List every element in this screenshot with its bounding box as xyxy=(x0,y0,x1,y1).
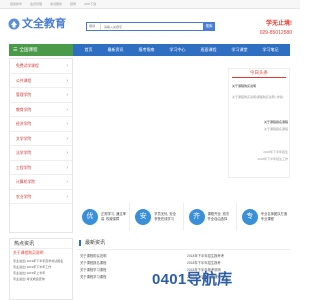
chevron-right-icon: › xyxy=(66,121,68,127)
sidebar-item-label: 教育学院 xyxy=(16,107,32,112)
feature-card[interactable]: 优 正规学习, 通过率 高, 权威保障 xyxy=(77,203,131,231)
sidebar-item-label: 管理学院 xyxy=(16,93,32,97)
sidebar-item-label: 法学学院 xyxy=(16,151,32,155)
banner-area xyxy=(77,58,224,203)
nav-item[interactable]: 首页 xyxy=(85,47,93,53)
sidebar-item-label: 文学学院 xyxy=(16,136,32,141)
today-news-sub: 2018年下半年招生工作 xyxy=(257,157,288,161)
chevron-right-icon: › xyxy=(66,135,68,142)
today-news-item[interactable]: 2018年下半年招生 xyxy=(232,150,290,154)
hot-news-item[interactable]: 专业进出| 考试成绩查询 xyxy=(10,276,72,282)
course-category-sidebar: 免费试学课程 › 公共课程 › 管理学院 › 教育学院 › 经济学院 › 文学学院 › 法学… xyxy=(9,58,73,233)
sidebar-item-label: 农业学院 xyxy=(16,194,32,199)
logo-mark-icon xyxy=(8,18,20,30)
today-news-sub: 关于课程购买说明|课程购买说明 [详情] xyxy=(232,95,284,99)
chevron-right-icon: › xyxy=(66,179,68,185)
today-news-title: 今日头条 xyxy=(250,70,268,75)
nav-item[interactable]: 学习课堂 xyxy=(232,47,248,53)
main-nav: ☰ 全国课程 首页 最新资讯 报考指南 学习中心 班面课程 学习课堂 学习笔记 xyxy=(9,44,290,56)
top-link[interactable]: 招聘 xyxy=(70,2,76,6)
latest-news-item[interactable]: 关于课程购买说明 xyxy=(80,253,180,260)
contact-title: 学无止境! xyxy=(266,21,292,27)
sidebar-item[interactable]: 管理学院 › xyxy=(10,88,72,103)
page-root: 招简新华 会员管理 考试服务 招聘 APP下载 文全教育 培训 搜索 学无止境!… xyxy=(0,0,300,300)
brand-name: 文全教育 xyxy=(22,18,66,30)
feature-text: 正规学习, 通过率 高, 权威保障 xyxy=(101,212,126,221)
sidebar-item[interactable]: 经济学院 › xyxy=(10,117,72,132)
feature-professional-icon: 专 xyxy=(241,209,258,225)
latest-news-item[interactable]: 2018年下半年招生报考 xyxy=(187,260,287,267)
nav-all-courses-label: 全国课程 xyxy=(19,47,38,52)
nav-item[interactable]: 学习中心 xyxy=(170,47,186,53)
search-box: 培训 xyxy=(86,22,215,31)
feature-text: 专业名师团队打造 专业课程 xyxy=(260,212,288,221)
today-news-item[interactable]: 关于课程报名课程 xyxy=(232,120,290,124)
sidebar-item-label: 计算机学院 xyxy=(16,180,35,184)
contact-block: 学无止境! 029-85012580 xyxy=(260,18,292,36)
sidebar-item[interactable]: 公共课程 › xyxy=(10,74,72,88)
nav-item[interactable]: 学习笔记 xyxy=(263,47,279,53)
menu-icon: ☰ xyxy=(13,47,18,53)
sidebar-item-label: 免费试学课程 xyxy=(16,64,39,68)
chevron-right-icon: › xyxy=(66,164,68,171)
feature-strip: 优 正规学习, 通过率 高, 权威保障 安 学员无忧, 安全 享受在线学习 齐 课程… xyxy=(77,203,290,231)
hot-news-box: 热点资讯 关于课程购买说明 专业进出| 2019年下半年自学考试报名 专业进出|… xyxy=(9,238,73,300)
search-type-select[interactable]: 培训 xyxy=(87,23,101,30)
latest-news-title: 最新资讯 xyxy=(79,240,290,246)
chevron-right-icon: › xyxy=(66,63,68,69)
nav-item[interactable]: 报考指南 xyxy=(139,47,155,53)
top-links-bar: 招简新华 会员管理 考试服务 招聘 APP下载 xyxy=(0,0,300,9)
sidebar-item[interactable]: 农业学院 › xyxy=(10,190,72,204)
feature-card[interactable]: 专 专业名师团队打造 专业课程 xyxy=(237,203,290,231)
sidebar-item[interactable]: 免费试学课程 › xyxy=(10,59,72,74)
hot-news-title: 热点资讯 xyxy=(10,239,72,249)
feature-safe-icon: 安 xyxy=(135,209,152,225)
search-button[interactable]: 搜索 xyxy=(203,22,215,31)
top-link[interactable]: 招简新华 xyxy=(10,2,22,6)
nav-all-courses[interactable]: ☰ 全国课程 xyxy=(9,44,73,56)
chevron-right-icon: › xyxy=(66,106,68,113)
sidebar-item[interactable]: 法学学院 › xyxy=(10,146,72,161)
nav-item[interactable]: 最新资讯 xyxy=(108,47,124,53)
today-news-sub: 关于课程报名课程 xyxy=(263,127,288,131)
top-link[interactable]: 会员管理 xyxy=(30,2,42,6)
sidebar-item[interactable]: 教育学院 › xyxy=(10,103,72,117)
chevron-right-icon: › xyxy=(66,77,68,84)
sidebar-item-label: 工程学院 xyxy=(16,165,32,170)
sidebar-item-label: 经济学院 xyxy=(16,122,32,126)
search-input[interactable] xyxy=(102,23,202,30)
sidebar-item[interactable]: 文学学院 › xyxy=(10,132,72,146)
feature-card[interactable]: 安 学员无忧, 安全 享受在线学习 xyxy=(130,203,184,231)
sidebar-item[interactable]: 计算机学院 › xyxy=(10,175,72,190)
chevron-right-icon: › xyxy=(66,150,68,156)
feature-excellent-icon: 优 xyxy=(82,209,98,225)
chevron-right-icon: › xyxy=(66,193,68,200)
sidebar-item[interactable]: 工程学院 › xyxy=(10,161,72,175)
feature-complete-icon: 齐 xyxy=(188,209,205,225)
top-link[interactable]: APP下载 xyxy=(84,2,96,6)
feature-text: 学员无忧, 安全 享受在线学习 xyxy=(154,212,176,221)
contact-phone: 029-85012580 xyxy=(259,30,292,36)
latest-news-item[interactable]: 关于课程报名课程 xyxy=(80,260,180,267)
sidebar-item-label: 公共课程 xyxy=(16,78,32,83)
hot-news-featured[interactable]: 关于课程购买说明 xyxy=(10,249,72,258)
feature-card[interactable]: 齐 课程齐全, 班次 齐全自由选择 xyxy=(184,203,237,231)
latest-news-item[interactable]: 2018年下半年招生报考考 xyxy=(187,253,287,260)
chevron-right-icon: › xyxy=(66,92,68,98)
feature-text: 课程齐全, 班次 齐全自由选择 xyxy=(207,212,230,221)
today-news-item[interactable]: 关于课程购买说明 xyxy=(232,84,290,88)
watermark: 0401导航库 xyxy=(152,271,233,288)
today-divider xyxy=(228,77,290,78)
nav-item[interactable]: 班面课程 xyxy=(201,47,217,53)
latest-divider xyxy=(77,249,290,250)
nav-items: 首页 最新资讯 报考指南 学习中心 班面课程 学习课堂 学习笔记 xyxy=(73,47,290,53)
logo[interactable]: 文全教育 xyxy=(8,18,66,30)
top-link[interactable]: 考试服务 xyxy=(50,2,62,6)
